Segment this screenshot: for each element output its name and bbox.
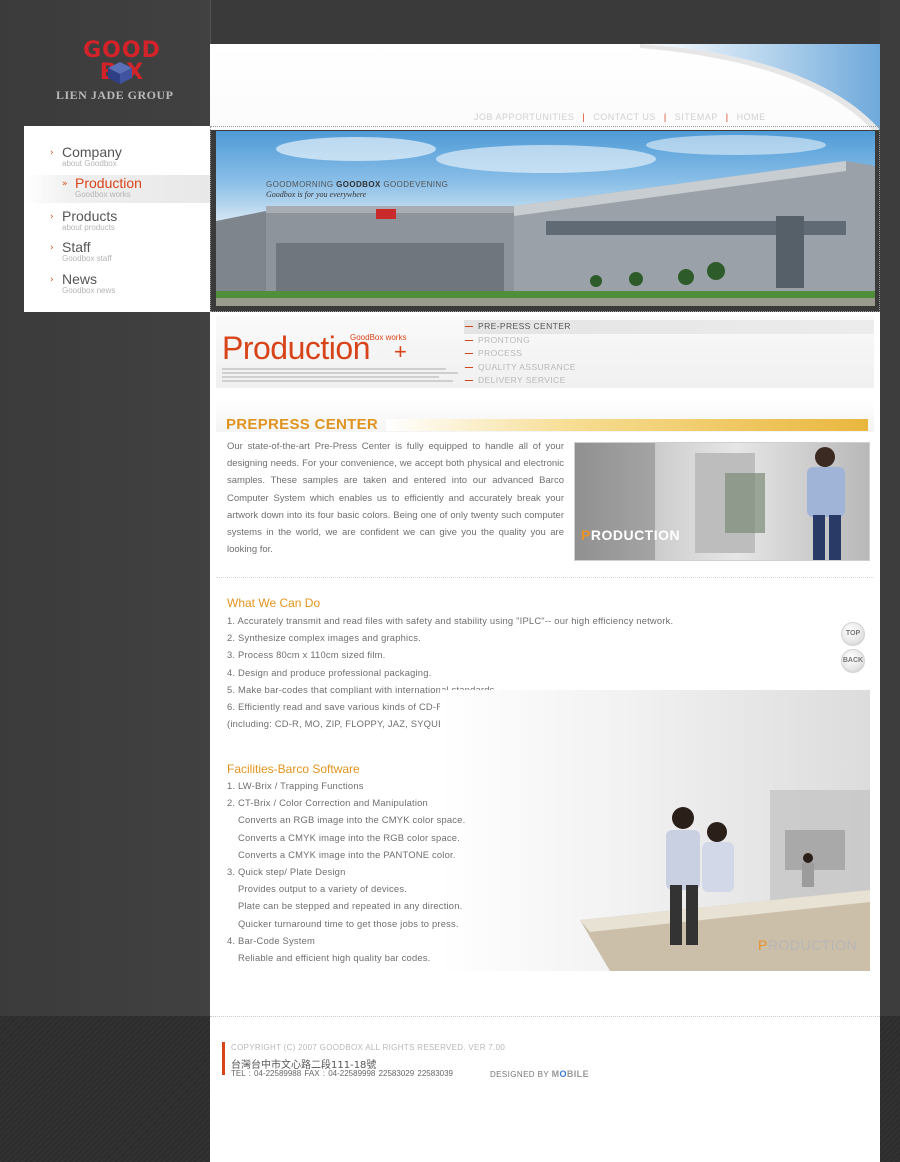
right-background [880, 0, 900, 1162]
prepress-description: Our state-of-the-art Pre-Press Center is… [227, 441, 564, 556]
sidebar-item-sublabel: about products [62, 223, 115, 232]
footer-copyright: COPYRIGHT (C) 2007 GOODBOX ALL RIGHTS RE… [231, 1043, 506, 1052]
sidebar-item-products[interactable]: › Products about products [24, 208, 210, 236]
link-separator: | [663, 112, 667, 122]
slogan-post: GOODEVENING [380, 180, 449, 189]
facilities-list: 1. LW-Brix / Trapping Functions 2. CT-Br… [227, 777, 465, 966]
logo-word-good: GOOD [83, 38, 161, 63]
sidebar-item-label: Products [62, 208, 118, 224]
caption-rest: RODUCTION [590, 527, 681, 543]
divider [216, 577, 874, 578]
hero-factory-image [216, 131, 875, 306]
list-item: 2. CT-Brix / Color Correction and Manipu… [227, 797, 428, 809]
banner-decorative-lines [222, 368, 458, 384]
chevron-right-icon: › [50, 275, 54, 285]
list-subitem: Converts a CMYK image into the PANTONE c… [238, 848, 456, 860]
what-we-can-do-heading: What We Can Do [227, 596, 321, 610]
hero-slogan-sub: Goodbox is for you everywhere [266, 190, 367, 199]
chevron-right-icon: › [50, 243, 54, 253]
list-item: 3. Process 80cm x 110cm sized film. [227, 649, 386, 661]
brand-o: O [559, 1069, 567, 1079]
sidebar-item-production[interactable]: » Production Goodbox works [24, 175, 210, 203]
subnav-pre-press-center[interactable]: PRE-PRESS CENTER [464, 320, 874, 334]
top-button[interactable]: TOP [841, 622, 865, 646]
sidebar-item-sublabel: about Goodbox [62, 159, 117, 168]
contact-us-link[interactable]: CONTACT US [593, 112, 656, 122]
workers-illustration [440, 690, 870, 971]
list-item: 3. Quick step/ Plate Design [227, 865, 346, 877]
footer-phone-fax: TEL : 04-22589988 FAX : 04-22589998 2258… [231, 1069, 453, 1078]
link-separator: | [725, 112, 729, 122]
home-link[interactable]: HOME [737, 112, 766, 122]
list-subitem: Plate can be stepped and repeated in any… [238, 900, 463, 912]
list-item: 2. Synthesize complex images and graphic… [227, 632, 421, 644]
production-photo: PRODUCTION [574, 442, 870, 561]
sidebar-item-sublabel: Goodbox news [62, 286, 116, 295]
sidebar-item-label: Staff [62, 239, 91, 255]
slogan-brand: GOODBOX [336, 180, 381, 189]
production-photo-caption: PRODUCTION [581, 527, 680, 543]
top-band [210, 0, 880, 44]
sub-navigation: PRE-PRESS CENTER PRONTONG PROCESS QUALIT… [464, 320, 874, 388]
back-button[interactable]: BACK [841, 649, 865, 673]
caption-rest: RODUCTION [767, 937, 858, 953]
chevron-right-icon: › [50, 148, 54, 158]
top-links: JOB APPORTUNITIES | CONTACT US | SITEMAP | HOM… [474, 112, 766, 124]
sidebar-item-staff[interactable]: › Staff Goodbox staff [24, 239, 210, 267]
footer [210, 1016, 880, 1162]
slogan-pre: GOODMORNING [266, 180, 337, 189]
sitemap-link[interactable]: SITEMAP [675, 112, 718, 122]
sidebar-nav: › Company about Goodbox » Production Goo… [24, 126, 210, 312]
footer-designer-credit[interactable]: DESIGNED BY MOBILE [490, 1069, 589, 1079]
prepress-title-rule [386, 419, 868, 431]
list-item: 4. Design and produce professional packa… [227, 666, 432, 678]
workers-photo [440, 690, 870, 971]
list-item: 1. LW-Brix / Trapping Functions [227, 780, 364, 791]
designer-brand-logo: MOBILE [552, 1069, 589, 1079]
list-subitem: Converts a CMYK image into the RGB color… [238, 831, 460, 843]
caption-initial: P [758, 937, 768, 953]
job-opportunities-link[interactable]: JOB APPORTUNITIES [474, 112, 574, 122]
subnav-prontong[interactable]: PRONTONG [464, 334, 874, 348]
plus-icon: + [394, 339, 407, 364]
footer-accent-bar [222, 1042, 225, 1075]
prepress-title: PREPRESS CENTER [226, 416, 379, 433]
subnav-process[interactable]: PROCESS [464, 347, 874, 361]
link-separator: | [582, 112, 586, 122]
list-subitem: Quicker turnaround time to get those job… [238, 917, 459, 929]
list-item: 1. Accurately transmit and read files wi… [227, 615, 674, 626]
factory-illustration [216, 135, 875, 306]
logo-group-name: LIEN JADE GROUP [56, 88, 174, 102]
sidebar-item-label: News [62, 271, 98, 287]
sidebar-item-sublabel: Goodbox staff [62, 254, 112, 263]
caption-initial: P [581, 527, 591, 543]
double-chevron-right-icon: » [62, 179, 68, 189]
sidebar-item-company[interactable]: › Company about Goodbox [24, 144, 210, 172]
subnav-delivery-service[interactable]: DELIVERY SERVICE [464, 374, 874, 388]
list-subitem: Converts an RGB image into the CMYK colo… [238, 814, 466, 826]
sidebar-item-label: Production [75, 175, 142, 191]
cube-icon [108, 62, 132, 84]
hero-slogan: GOODMORNING GOODBOX GOODEVENING [266, 180, 448, 189]
goodbox-logo[interactable]: GOOD B X LIEN JADE GROUP [40, 40, 198, 118]
subnav-quality-assurance[interactable]: QUALITY ASSURANCE [464, 361, 874, 375]
sidebar-item-sublabel: Goodbox works [75, 190, 131, 199]
list-item: 4. Bar-Code System [227, 934, 316, 946]
production-illustration [575, 443, 845, 560]
list-subitem: Provides output to a variety of devices. [238, 883, 408, 895]
brand-part: BILE [566, 1069, 589, 1079]
workers-photo-caption: PRODUCTION [758, 937, 857, 953]
sidebar-item-label: Company [62, 144, 122, 160]
list-subitem: Reliable and efficient high quality bar … [238, 951, 431, 963]
sidebar-item-news[interactable]: › News Goodbox news [24, 271, 210, 299]
page-title: Production [222, 330, 370, 366]
designed-by-label: DESIGNED BY [490, 1070, 549, 1079]
chevron-right-icon: › [50, 212, 54, 222]
facilities-heading: Facilities-Barco Software [227, 762, 360, 776]
